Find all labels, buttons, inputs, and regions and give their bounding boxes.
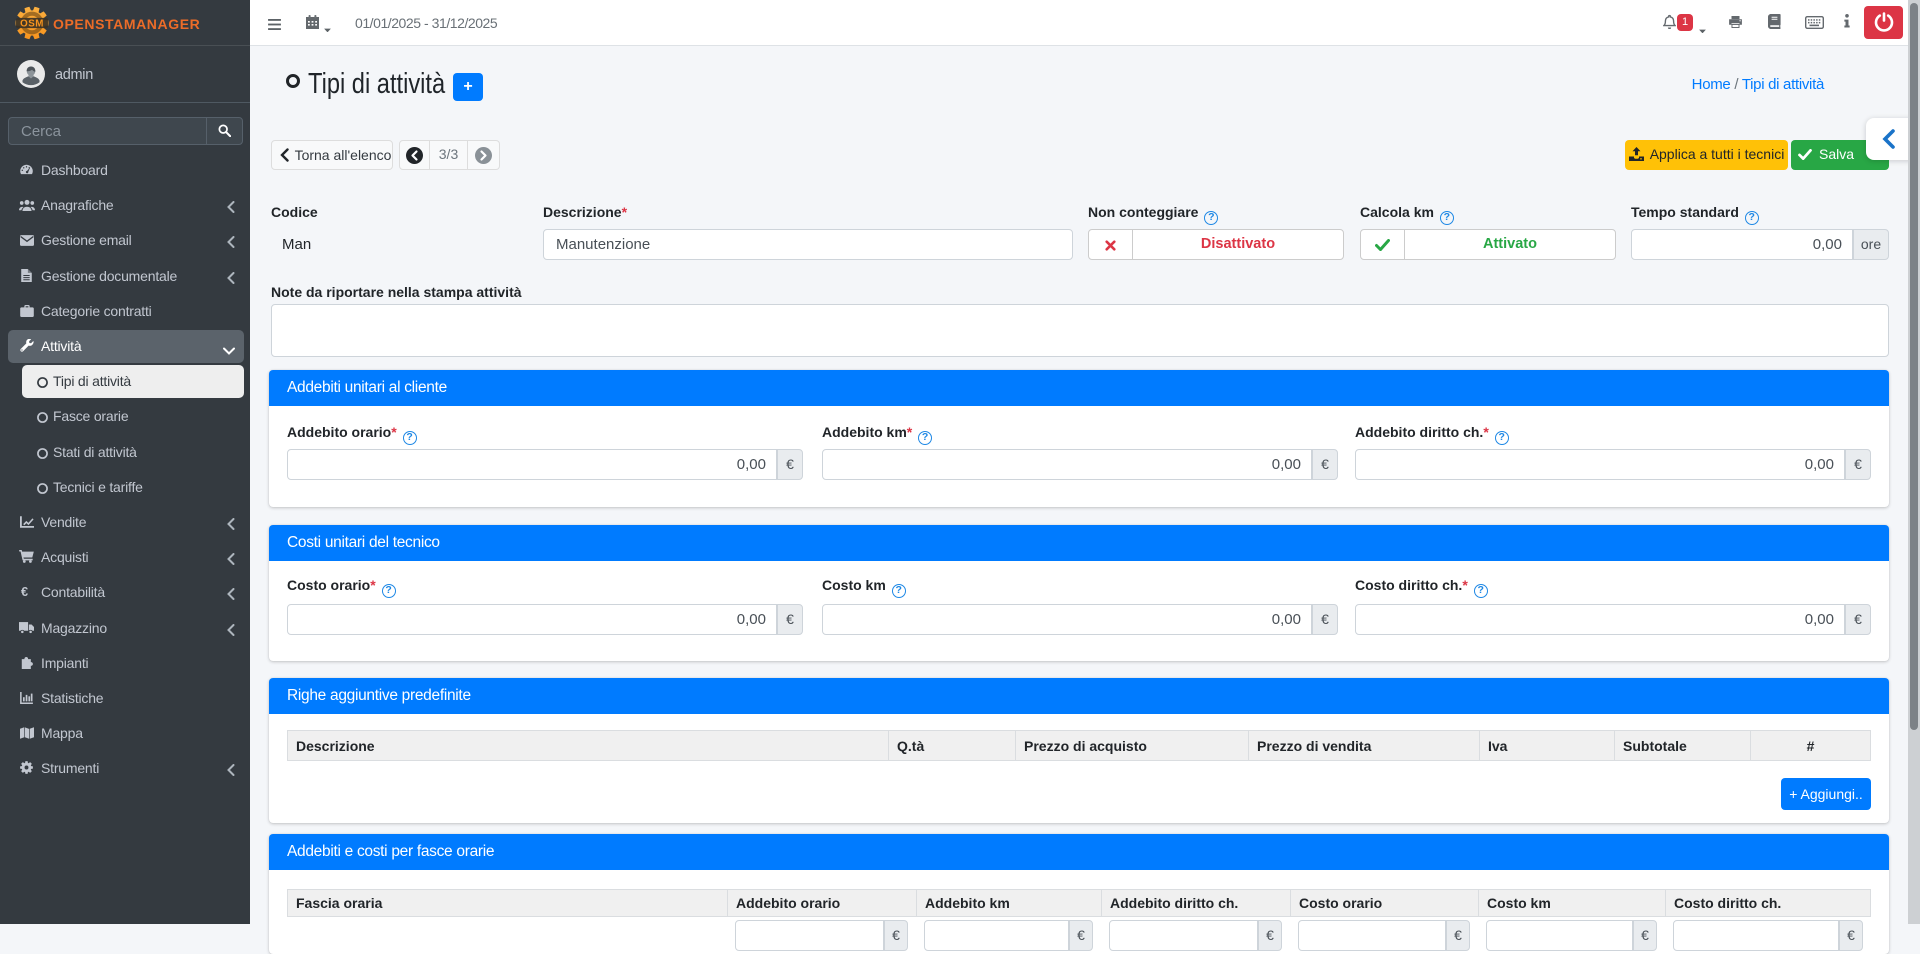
svg-text:€: € <box>21 585 28 598</box>
svg-text:OSM: OSM <box>20 18 44 29</box>
